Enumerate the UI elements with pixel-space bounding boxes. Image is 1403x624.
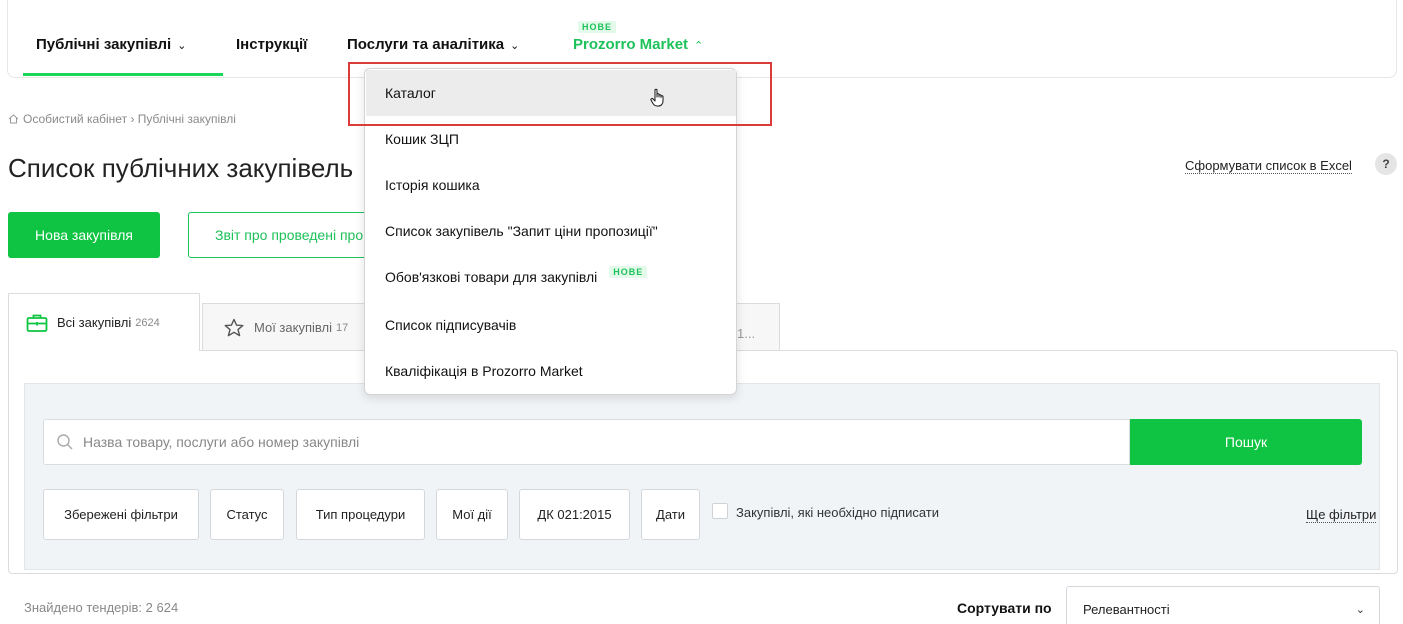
nav-label: Інструкції bbox=[236, 36, 308, 53]
new-badge: НОВЕ bbox=[578, 21, 617, 33]
tab-label: Всі закупівлі bbox=[57, 315, 132, 330]
breadcrumb-home[interactable]: Особистий кабінет bbox=[23, 112, 127, 126]
nav-instructions[interactable]: Інструкції bbox=[236, 36, 307, 53]
tab-count: 2624 bbox=[135, 316, 160, 329]
nav-label: Prozorro Market bbox=[573, 36, 689, 53]
prozorro-market-dropdown: Каталог Кошик ЗЦП Історія кошика Список … bbox=[364, 68, 737, 395]
active-nav-indicator bbox=[23, 73, 223, 76]
sort-select[interactable]: Релевантності ⌄ bbox=[1066, 586, 1380, 624]
more-filters-link[interactable]: Ще фільтри bbox=[1306, 507, 1377, 523]
chevron-down-icon: ⌄ bbox=[1355, 603, 1365, 616]
sign-required-label: Закупівлі, які необхідно підписати bbox=[736, 505, 939, 520]
chevron-down-icon: ⌄ bbox=[510, 39, 520, 52]
menu-item-label: Історія кошика bbox=[385, 177, 480, 193]
menu-item-cart-history[interactable]: Історія кошика bbox=[366, 162, 736, 208]
new-tender-button[interactable]: Нова закупівля bbox=[8, 212, 160, 258]
menu-item-label: Кошик ЗЦП bbox=[385, 131, 459, 147]
tab-more-label: 1... bbox=[737, 326, 756, 341]
breadcrumb-current: Публічні закупівлі bbox=[137, 112, 236, 126]
menu-item-signers[interactable]: Список підписувачів bbox=[366, 302, 736, 348]
chevron-down-icon: ⌄ bbox=[177, 39, 187, 52]
menu-item-catalog[interactable]: Каталог bbox=[366, 70, 736, 116]
nav-public-procurement[interactable]: Публічні закупівлі ⌄ bbox=[36, 36, 186, 53]
search-input[interactable] bbox=[83, 434, 1083, 450]
filter-panel bbox=[24, 383, 1380, 570]
sort-value: Релевантності bbox=[1083, 601, 1170, 617]
chevron-up-icon: ⌃ bbox=[694, 39, 704, 52]
menu-item-cart[interactable]: Кошик ЗЦП bbox=[366, 116, 736, 162]
results-count: Знайдено тендерів: 2 624 bbox=[24, 600, 179, 615]
nav-label: Публічні закупівлі bbox=[36, 36, 172, 53]
search-field[interactable] bbox=[43, 419, 1130, 465]
report-button[interactable]: Звіт про проведені процедури bbox=[188, 212, 378, 258]
sort-label: Сортувати по bbox=[957, 600, 1052, 616]
tab-label: Мої закупівлі bbox=[254, 320, 332, 335]
menu-item-label: Кваліфікація в Prozorro Market bbox=[385, 363, 583, 379]
tab-all-tenders[interactable]: Всі закупівлі 2624 bbox=[8, 293, 200, 351]
star-icon bbox=[224, 318, 244, 336]
filter-procedure-type[interactable]: Тип процедури bbox=[296, 489, 425, 540]
menu-item-label: Список закупівель "Запит ціни пропозиції… bbox=[385, 223, 658, 239]
new-badge: НОВЕ bbox=[609, 266, 648, 278]
menu-item-price-request-list[interactable]: Список закупівель "Запит ціни пропозиції… bbox=[366, 208, 736, 254]
filter-dates[interactable]: Дати bbox=[641, 489, 700, 540]
hand-cursor-icon bbox=[650, 88, 664, 107]
menu-item-label: Список підписувачів bbox=[385, 317, 517, 333]
filter-my-actions[interactable]: Мої дії bbox=[436, 489, 508, 540]
search-icon bbox=[57, 434, 73, 450]
tab-count: 17 bbox=[335, 321, 349, 334]
menu-item-label: Каталог bbox=[385, 85, 436, 101]
menu-item-label: Обов'язкові товари для закупівлі bbox=[385, 269, 598, 285]
briefcase-icon bbox=[26, 314, 48, 332]
export-excel-link[interactable]: Сформувати список в Excel bbox=[1185, 158, 1352, 174]
nav-prozorro-market[interactable]: Prozorro Market ⌃ bbox=[573, 36, 703, 53]
nav-services-analytics[interactable]: Послуги та аналітика ⌄ bbox=[347, 36, 519, 53]
filter-saved[interactable]: Збережені фільтри bbox=[43, 489, 199, 540]
breadcrumb-separator: › bbox=[130, 112, 135, 126]
filter-dk021[interactable]: ДК 021:2015 bbox=[519, 489, 630, 540]
menu-item-mandatory-goods[interactable]: Обов'язкові товари для закупівлі НОВЕ bbox=[366, 254, 736, 300]
nav-label: Послуги та аналітика bbox=[347, 36, 505, 53]
home-icon bbox=[8, 114, 19, 124]
breadcrumb: Особистий кабінет › Публічні закупівлі bbox=[8, 112, 236, 126]
filter-status[interactable]: Статус bbox=[210, 489, 284, 540]
page-title: Список публічних закупівель bbox=[8, 153, 354, 183]
menu-item-qualification[interactable]: Кваліфікація в Prozorro Market bbox=[366, 348, 736, 394]
search-button[interactable]: Пошук bbox=[1130, 419, 1362, 465]
sign-required-checkbox[interactable] bbox=[712, 503, 728, 519]
help-icon[interactable]: ? bbox=[1375, 153, 1397, 175]
